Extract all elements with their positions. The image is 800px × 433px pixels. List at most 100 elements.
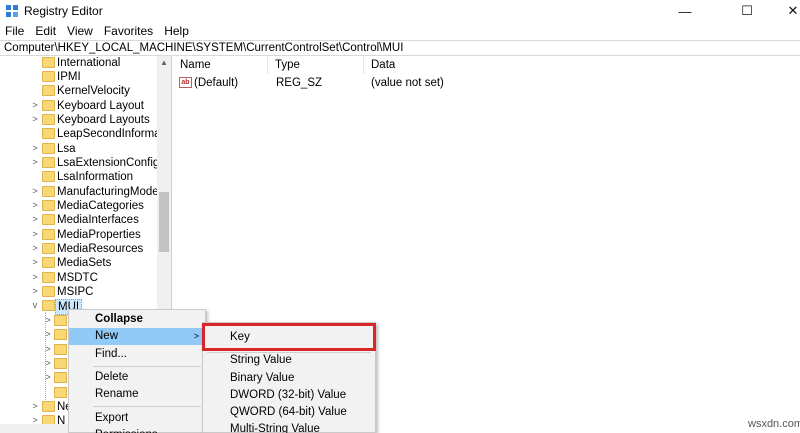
folder-icon <box>42 214 55 225</box>
chevron-right-icon[interactable]: > <box>44 344 52 354</box>
submenu-item-dword-value[interactable]: DWORD (32-bit) Value <box>203 387 375 404</box>
menu-help[interactable]: Help <box>159 22 195 40</box>
context-menu: Collapse New > Find... Delete Rename Exp… <box>68 309 206 433</box>
tree-item-international[interactable]: International <box>0 56 160 70</box>
menu-item-new[interactable]: New > <box>69 328 205 345</box>
chevron-right-icon[interactable]: > <box>44 372 52 382</box>
menu-edit[interactable]: Edit <box>30 22 62 40</box>
chevron-right-icon[interactable]: > <box>31 229 39 239</box>
column-type[interactable]: Type <box>268 56 364 74</box>
tree-item-lsa[interactable]: > Lsa <box>0 142 160 156</box>
folder-icon <box>42 143 55 154</box>
registry-editor-icon <box>6 5 18 17</box>
chevron-right-icon: > <box>193 331 199 341</box>
tree-item-leapsecondinformation[interactable]: LeapSecondInformation <box>0 127 171 141</box>
value-row[interactable]: ab (Default) REG_SZ (value not set) <box>173 75 800 91</box>
folder-icon <box>42 257 55 268</box>
tree-item-label: LsaInformation <box>57 171 134 183</box>
folder-icon <box>42 85 55 96</box>
chevron-right-icon[interactable]: > <box>31 157 39 167</box>
menu-view[interactable]: View <box>62 22 99 40</box>
chevron-right-icon[interactable]: > <box>31 257 39 267</box>
folder-icon <box>42 300 55 311</box>
menu-item-permissions[interactable]: Permissions... <box>69 427 205 433</box>
menu-item-export[interactable]: Export <box>69 410 205 427</box>
folder-icon <box>42 243 55 254</box>
watermark: wsxdn.com <box>748 418 800 430</box>
menu-favorites[interactable]: Favorites <box>99 22 159 40</box>
chevron-right-icon[interactable]: > <box>31 272 39 282</box>
window-title: Registry Editor <box>24 4 103 18</box>
chevron-right-icon[interactable]: > <box>31 286 39 296</box>
tree-item-label: LsaExtensionConfig <box>57 157 160 169</box>
submenu-item-multi-string-value[interactable]: Multi-String Value <box>203 421 375 433</box>
folder-icon <box>42 128 55 139</box>
tree-item-mediasets[interactable]: > MediaSets <box>0 256 160 270</box>
tree-item-label: IPMI <box>57 71 81 83</box>
tree-item-mediaproperties[interactable]: > MediaProperties <box>0 228 160 242</box>
close-button[interactable]: ✕ <box>770 0 800 22</box>
value-data: (value not set) <box>371 77 444 89</box>
folder-icon <box>42 229 55 240</box>
folder-icon <box>54 344 67 355</box>
tree-item-mediaresources[interactable]: > MediaResources <box>0 242 160 256</box>
menu-item-new-label: New <box>95 330 119 342</box>
chevron-right-icon[interactable]: > <box>44 358 52 368</box>
maximize-button[interactable]: ☐ <box>724 0 770 22</box>
chevron-right-icon[interactable]: > <box>31 214 39 224</box>
menu-item-delete[interactable]: Delete <box>69 369 205 386</box>
tree-item-kernelvelocity[interactable]: KernelVelocity <box>0 84 160 98</box>
chevron-right-icon[interactable]: > <box>31 243 39 253</box>
tree-item-msipc[interactable]: > MSIPC <box>0 285 160 299</box>
submenu-item-string-value[interactable]: String Value <box>203 352 375 369</box>
column-name[interactable]: Name <box>173 56 268 74</box>
folder-icon <box>42 114 55 125</box>
chevron-right-icon[interactable]: > <box>44 315 52 325</box>
folder-icon <box>42 200 55 211</box>
chevron-right-icon[interactable]: > <box>31 401 39 411</box>
chevron-right-icon[interactable]: > <box>31 100 39 110</box>
submenu-item-binary-value[interactable]: Binary Value <box>203 370 375 387</box>
menu-item-collapse[interactable]: Collapse <box>69 311 205 328</box>
tree-item-lsaextensionconfig[interactable]: > LsaExtensionConfig <box>0 156 160 170</box>
minimize-button[interactable]: — <box>662 0 708 22</box>
scroll-thumb[interactable] <box>159 192 169 252</box>
tree-item-label: MSDTC <box>57 272 98 284</box>
tree-item-keyboard-layouts[interactable]: > Keyboard Layouts <box>0 113 160 127</box>
tree-item-label: International <box>57 57 121 69</box>
highlight-annotation <box>202 323 376 351</box>
chevron-right-icon[interactable]: > <box>31 186 39 196</box>
tree-item-label: Lsa <box>57 143 76 155</box>
column-data[interactable]: Data <box>364 56 494 74</box>
tree-item-lsainformation[interactable]: LsaInformation <box>0 170 160 184</box>
folder-icon <box>54 372 67 383</box>
value-type: REG_SZ <box>276 77 323 89</box>
tree-item-label: ManufacturingMode <box>57 186 159 198</box>
chevron-down-icon[interactable]: v <box>31 300 39 310</box>
tree-item-label: Keyboard Layouts <box>57 114 150 126</box>
tree-item-mediacategories[interactable]: > MediaCategories <box>0 199 160 213</box>
tree-item-manufacturingmode[interactable]: > ManufacturingMode <box>0 185 160 199</box>
tree-item-label: KernelVelocity <box>57 85 130 97</box>
menu-file[interactable]: File <box>0 22 30 40</box>
chevron-right-icon[interactable]: > <box>31 143 39 153</box>
tree-item-keyboard-layout[interactable]: > Keyboard Layout <box>0 99 160 113</box>
tree-item-ipmi[interactable]: IPMI <box>0 70 160 84</box>
submenu-item-qword-value[interactable]: QWORD (64-bit) Value <box>203 404 375 421</box>
tree-item-msdtc[interactable]: > MSDTC <box>0 271 160 285</box>
chevron-right-icon[interactable]: > <box>31 200 39 210</box>
menu-bar: File Edit View Favorites Help <box>0 22 800 40</box>
address-bar[interactable]: Computer\HKEY_LOCAL_MACHINE\SYSTEM\Curre… <box>0 40 800 56</box>
chevron-right-icon[interactable]: > <box>31 114 39 124</box>
chevron-right-icon[interactable]: > <box>44 329 52 339</box>
menu-item-find[interactable]: Find... <box>69 346 205 363</box>
tree-item-label: MediaCategories <box>57 200 144 212</box>
folder-icon <box>42 272 55 283</box>
tree-item-label: Keyboard Layout <box>57 100 144 112</box>
folder-icon <box>54 358 67 369</box>
tree-item-mediainterfaces[interactable]: > MediaInterfaces <box>0 213 160 227</box>
menu-item-rename[interactable]: Rename <box>69 386 205 403</box>
tree-item-label: MediaSets <box>57 257 112 269</box>
title-bar: Registry Editor — ☐ ✕ <box>0 0 800 22</box>
scroll-up-icon[interactable]: ▲ <box>157 56 171 70</box>
